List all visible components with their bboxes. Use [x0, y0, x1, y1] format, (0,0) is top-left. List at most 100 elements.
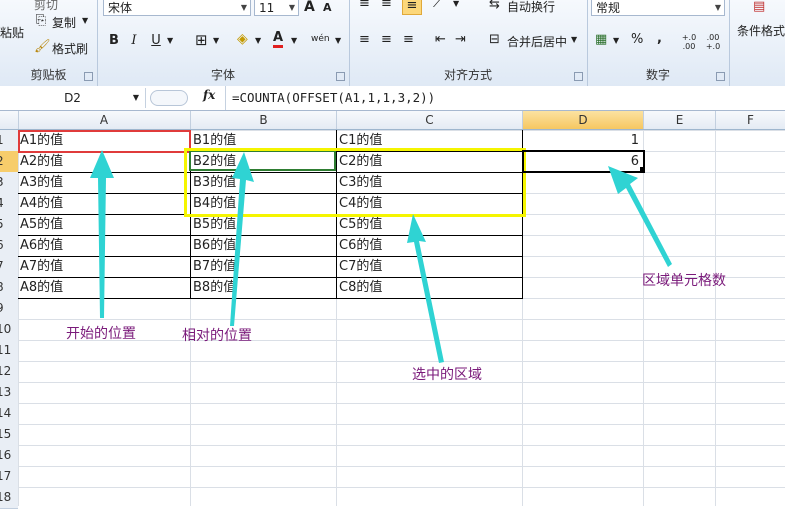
column-header-b[interactable]: B [191, 111, 337, 129]
orientation-icon[interactable]: ⟋ [433, 0, 442, 13]
align-middle-icon[interactable]: ≡ [381, 0, 392, 13]
clipboard-launcher-icon[interactable] [84, 72, 93, 81]
font-color-button[interactable]: A [273, 30, 284, 48]
row-header[interactable]: 5 [0, 214, 18, 236]
row-header[interactable]: 14 [0, 403, 18, 425]
fill-color-icon[interactable]: ◈ [237, 30, 248, 48]
number-launcher-icon[interactable] [716, 72, 725, 81]
formula-divider [225, 86, 226, 110]
italic-button[interactable]: I [127, 32, 141, 50]
align-bottom-icon[interactable]: ≡ [402, 0, 422, 15]
font-name-combo[interactable]: 宋体 ▼ [103, 0, 251, 16]
merge-center-button[interactable]: 合并后居中 [507, 33, 567, 50]
format-painter-button[interactable]: 格式刷 [52, 40, 88, 57]
percent-button[interactable]: % [631, 31, 643, 49]
underline-button[interactable]: U [149, 32, 163, 50]
align-center-icon[interactable]: ≡ [381, 31, 392, 49]
number-group-title: 数字 [645, 68, 670, 82]
copy-button[interactable]: 复制 [52, 14, 76, 31]
increase-decimal-button[interactable]: +.0 .00 [679, 33, 699, 51]
select-all-corner[interactable] [0, 111, 19, 129]
chevron-down-icon[interactable]: ▼ [291, 32, 297, 50]
row-header[interactable]: 16 [0, 445, 18, 467]
name-box[interactable]: D2 ▼ [0, 88, 146, 108]
styles-group: ▤ 条件格式 [729, 0, 785, 86]
column-header-a[interactable]: A [18, 111, 191, 129]
currency-icon[interactable]: ▦ [595, 31, 607, 49]
number-format-combo[interactable]: 常规 ▼ [591, 0, 725, 16]
annotation-selected-area: 选中的区域 [412, 367, 482, 383]
column-header-c[interactable]: C [337, 111, 523, 129]
alignment-group-title: 对齐方式 [443, 68, 492, 82]
row-header[interactable]: 13 [0, 382, 18, 404]
shrink-font-button[interactable]: A [323, 0, 332, 17]
font-launcher-icon[interactable] [336, 72, 345, 81]
format-painter-icon: 🖌 [34, 39, 51, 54]
column-header-d[interactable]: D [523, 111, 644, 129]
chevron-down-icon[interactable]: ▼ [82, 12, 88, 30]
row-header[interactable]: 15 [0, 424, 18, 446]
row-header[interactable]: 8 [0, 277, 18, 299]
chevron-down-icon[interactable]: ▼ [255, 32, 261, 50]
annotation-start-position: 开始的位置 [66, 326, 136, 342]
chevron-down-icon[interactable]: ▼ [715, 0, 721, 17]
alignment-launcher-icon[interactable] [574, 72, 583, 81]
clipboard-group: 粘贴 剪切 ⎘ 复制 ▼ 🖌 格式刷 剪贴板 [0, 0, 98, 86]
bold-button[interactable]: B [107, 32, 121, 50]
font-group-title: 字体 [210, 68, 235, 82]
row-header[interactable]: 12 [0, 361, 18, 383]
chevron-down-icon[interactable]: ▼ [571, 31, 577, 49]
conditional-format-icon: ▤ [753, 0, 766, 14]
font-size-value: 11 [259, 1, 275, 15]
chevron-down-icon[interactable]: ▼ [453, 0, 459, 13]
chevron-down-icon[interactable]: ▼ [167, 32, 173, 50]
align-right-icon[interactable]: ≡ [403, 31, 414, 49]
decrease-decimal-button[interactable]: .00 +.0 [703, 33, 723, 51]
annotation-cell-count: 区域单元格数 [642, 273, 726, 289]
clipboard-group-title: 剪贴板 [30, 68, 67, 82]
wrap-text-button[interactable]: 自动换行 [507, 0, 555, 15]
merge-icon: ⊟ [489, 32, 500, 47]
row-header[interactable]: 1 [0, 130, 18, 152]
decrease-indent-icon[interactable]: ⇤ [435, 31, 446, 49]
annotation-relative-position: 相对的位置 [182, 328, 252, 344]
row-header[interactable]: 9 [0, 298, 18, 320]
comma-button[interactable]: , [657, 30, 662, 48]
row-header[interactable]: 3 [0, 172, 18, 194]
increase-indent-icon[interactable]: ⇥ [455, 31, 466, 49]
row-header[interactable]: 4 [0, 193, 18, 215]
formula-bar-slider[interactable] [150, 90, 188, 106]
row-header[interactable]: 11 [0, 340, 18, 362]
row-header[interactable]: 6 [0, 235, 18, 257]
grow-font-button[interactable]: A [304, 0, 315, 16]
phonetic-button[interactable]: wén [311, 30, 330, 48]
chevron-down-icon[interactable]: ▼ [133, 88, 139, 108]
paste-button[interactable]: 粘贴 [0, 24, 24, 41]
row-header[interactable]: 10 [0, 319, 18, 341]
chevron-down-icon[interactable]: ▼ [241, 0, 247, 17]
formula-bar: D2 ▼ fx =COUNTA(OFFSET(A1,1,1,3,2)) [0, 86, 785, 111]
chevron-down-icon[interactable]: ▼ [289, 0, 295, 17]
border-icon[interactable]: ⊞ [195, 31, 208, 49]
align-left-icon[interactable]: ≡ [359, 31, 370, 49]
arrow-to-a1 [90, 150, 114, 318]
copy-icon: ⎘ [35, 13, 47, 28]
column-header-f[interactable]: F [716, 111, 785, 129]
align-top-icon[interactable]: ≡ [359, 0, 370, 13]
arrow-to-selected-area [407, 214, 444, 363]
font-size-combo[interactable]: 11 ▼ [254, 0, 299, 16]
worksheet-grid[interactable]: A1的值 A2的值 A3的值 A4的值 A5的值 A6的值 A7的值 A8的值 … [18, 130, 785, 506]
ribbon: 粘贴 剪切 ⎘ 复制 ▼ 🖌 格式刷 剪贴板 宋体 ▼ 11 ▼ A A B I… [0, 0, 785, 87]
conditional-format-button[interactable]: 条件格式 [737, 22, 785, 39]
column-headers: A B C D E F [0, 111, 785, 130]
row-header[interactable]: 7 [0, 256, 18, 278]
chevron-down-icon[interactable]: ▼ [213, 32, 219, 50]
chevron-down-icon[interactable]: ▼ [613, 32, 619, 50]
insert-function-button[interactable]: fx [203, 88, 215, 102]
chevron-down-icon[interactable]: ▼ [335, 32, 341, 50]
column-header-e[interactable]: E [644, 111, 716, 129]
arrow-to-b2 [230, 152, 254, 326]
row-header[interactable]: 17 [0, 466, 18, 488]
formula-input[interactable]: =COUNTA(OFFSET(A1,1,1,3,2)) [232, 90, 435, 105]
row-header[interactable]: 2 [0, 151, 18, 173]
